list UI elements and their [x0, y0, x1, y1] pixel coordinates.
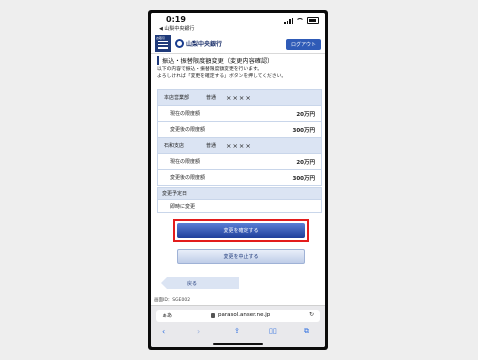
current-limit-row-2: 現在の限度額 20万円 [158, 154, 321, 170]
screen: 0:19 ◀ 山梨中央銀行 お取引 山梨中央銀行 ログアウト 振込・振替限度額変… [151, 13, 325, 347]
confirm-highlight: 変更を確定する [173, 219, 309, 242]
new-limit-label: 変更後の限度額 [170, 127, 206, 133]
cellular-signal-icon [284, 17, 293, 24]
account-row-2: 石和支店 普通 ×××× [158, 138, 321, 154]
schedule-value: 即時に変更 [170, 203, 196, 210]
back-to-app-link[interactable]: ◀ 山梨中央銀行 [159, 25, 194, 32]
branch-name: 本店営業部 [164, 95, 190, 101]
text-size-button[interactable]: ぁあ [162, 312, 172, 319]
schedule-label: 変更予定日 [162, 191, 188, 197]
account-number: ×××× [226, 141, 252, 150]
battery-icon [307, 17, 319, 24]
menu-label: お取引 [156, 36, 166, 40]
screen-id: 画面ID：SGE002 [154, 298, 191, 303]
hamburger-icon [158, 41, 168, 51]
reload-icon[interactable]: ↻ [309, 311, 314, 318]
browser-toolbar: ぁあ parasol.anser.ne.jp ↻ ‹ › ⇪ ▯▯ ⧉ [151, 305, 325, 347]
bank-logo-icon [175, 39, 184, 48]
account-type: 普通 [206, 143, 217, 149]
new-limit-value: 300万円 [292, 175, 315, 182]
new-limit-label: 変更後の限度額 [170, 175, 206, 181]
current-limit-label: 現在の限度額 [170, 111, 201, 117]
app-header: お取引 山梨中央銀行 ログアウト [151, 35, 325, 54]
status-time: 0:19 [166, 15, 186, 24]
logout-button[interactable]: ログアウト [285, 39, 321, 50]
current-limit-label: 現在の限度額 [170, 159, 201, 165]
bank-logo: 山梨中央銀行 [175, 39, 222, 48]
forward-arrow-icon[interactable]: › [197, 327, 200, 336]
current-limit-value: 20万円 [296, 111, 315, 118]
bookmarks-icon[interactable]: ▯▯ [269, 327, 277, 335]
schedule-value-row: 即時に変更 [158, 200, 321, 212]
limit-change-table: 本店営業部 普通 ×××× 現在の限度額 20万円 変更後の限度額 300万円 … [157, 89, 322, 186]
menu-button[interactable]: お取引 [155, 35, 171, 52]
account-number: ×××× [226, 93, 252, 102]
current-limit-row-1: 現在の限度額 20万円 [158, 106, 321, 122]
back-button[interactable]: 戻る [161, 277, 239, 289]
share-icon[interactable]: ⇪ [234, 327, 240, 335]
home-indicator [213, 343, 263, 345]
page-description: 以下の内容で振込・振替限度額変更を行います。 よろしければ「変更を確定する」ボタ… [157, 67, 319, 80]
account-type: 普通 [206, 95, 217, 101]
current-limit-value: 20万円 [296, 159, 315, 166]
tabs-icon[interactable]: ⧉ [304, 327, 309, 336]
schedule-table: 変更予定日 即時に変更 [157, 187, 322, 213]
phone-frame: 0:19 ◀ 山梨中央銀行 お取引 山梨中央銀行 ログアウト 振込・振替限度額変… [148, 10, 328, 350]
wifi-icon [296, 17, 304, 24]
lock-icon [211, 313, 215, 318]
description-line-2: よろしければ「変更を確定する」ボタンを押してください。 [157, 73, 287, 79]
new-limit-value: 300万円 [292, 127, 315, 134]
status-bar: 0:19 ◀ 山梨中央銀行 [151, 13, 325, 35]
address-bar[interactable]: ぁあ parasol.anser.ne.jp ↻ [156, 310, 320, 322]
schedule-header-row: 変更予定日 [158, 188, 321, 200]
bank-name: 山梨中央銀行 [186, 41, 223, 48]
status-icons [284, 17, 319, 24]
cancel-change-button[interactable]: 変更を中止する [177, 249, 305, 264]
page-title: 振込・振替限度額変更（変更内容確認） [157, 56, 319, 65]
confirm-change-button[interactable]: 変更を確定する [177, 223, 305, 238]
new-limit-row-1: 変更後の限度額 300万円 [158, 122, 321, 138]
back-arrow-icon[interactable]: ‹ [162, 327, 165, 336]
new-limit-row-2: 変更後の限度額 300万円 [158, 170, 321, 185]
url-text: parasol.anser.ne.jp [218, 312, 271, 318]
page-header: 振込・振替限度額変更（変更内容確認） 以下の内容で振込・振替限度額変更を行います… [157, 56, 319, 80]
branch-name: 石和支店 [164, 143, 185, 149]
account-row-1: 本店営業部 普通 ×××× [158, 90, 321, 106]
